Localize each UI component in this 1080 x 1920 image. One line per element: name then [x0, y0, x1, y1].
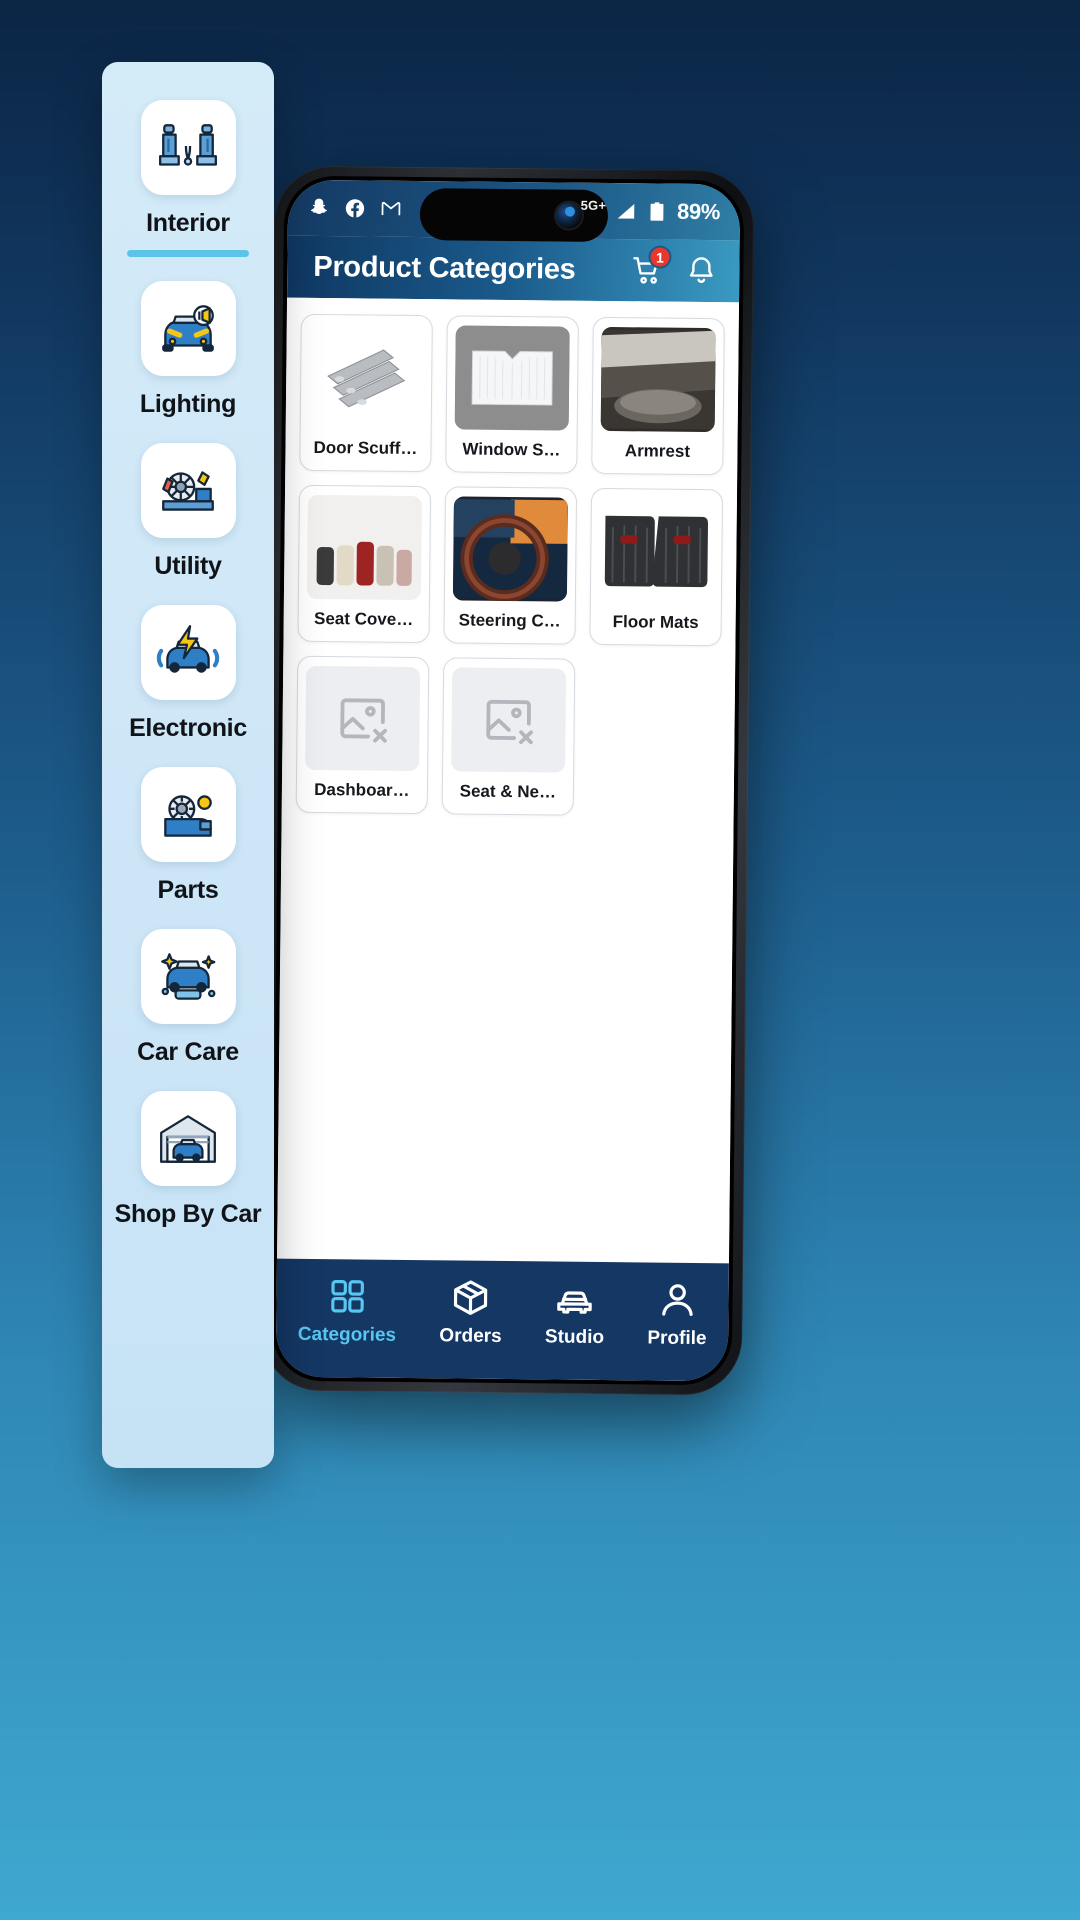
gmail-icon	[381, 201, 401, 216]
product-card[interactable]: Window S…	[445, 315, 579, 474]
sidebar-item-interior[interactable]: Interior	[102, 86, 274, 263]
product-thumbnail	[305, 665, 421, 772]
sidebar-item-electronic[interactable]: Electronic	[102, 591, 274, 749]
product-thumbnail	[600, 326, 716, 433]
product-card[interactable]: Dashboar…	[295, 655, 430, 815]
car-wash-icon	[161, 952, 216, 1000]
cart-button[interactable]: 1	[631, 245, 672, 286]
floor-mats-image	[598, 500, 714, 601]
broken-image-icon	[486, 699, 533, 745]
nav-item-studio[interactable]: Studio	[545, 1278, 605, 1349]
sidebar-item-label: Shop By Car	[114, 1200, 262, 1228]
car-icon	[557, 1291, 593, 1314]
status-bar-notifications	[308, 197, 402, 220]
nav-item-profile[interactable]: Profile	[647, 1279, 707, 1350]
sidebar-item-label: Electronic	[129, 714, 247, 742]
sidebar-item-utility[interactable]: Utility	[102, 429, 274, 587]
engine-part-icon	[164, 794, 212, 837]
broken-image-icon	[340, 698, 387, 743]
door-scuff-plates-image	[327, 349, 406, 408]
network-type-label: 5G+	[580, 197, 607, 213]
product-grid-container: Door Scuff… Window S… Armrest Seat Cove……	[276, 297, 740, 1264]
phone-bezel: 5G+ 89% Product Categories 1 Door Scuff……	[271, 175, 745, 1386]
app-header-actions: 1	[631, 245, 717, 287]
product-label: Seat & Ne…	[459, 781, 557, 802]
window-sunshade-image	[454, 328, 570, 429]
status-bar: 5G+ 89%	[287, 179, 741, 243]
sidebar-item-car-care[interactable]: Car Care	[102, 915, 274, 1073]
sidebar-item-label: Utility	[154, 552, 222, 580]
category-icon-tile	[140, 929, 236, 1024]
product-label: Door Scuff…	[313, 437, 418, 459]
car-seats-icon	[159, 123, 217, 166]
product-card[interactable]: Door Scuff…	[299, 313, 433, 473]
snapchat-icon	[310, 198, 327, 214]
nav-label: Profile	[647, 1327, 707, 1350]
product-card[interactable]: Seat & Ne…	[441, 657, 576, 816]
battery-percentage-label: 89%	[676, 198, 721, 225]
sidebar-item-shop-by-car[interactable]: Shop By Car	[102, 1077, 274, 1235]
app-header: Product Categories 1	[287, 235, 740, 303]
sidebar-item-lighting[interactable]: Lighting	[102, 267, 274, 425]
category-icon-tile	[140, 1091, 236, 1186]
product-label: Dashboar…	[314, 779, 410, 800]
product-label: Armrest	[624, 441, 691, 461]
product-thumbnail	[451, 667, 567, 773]
product-thumbnail	[454, 325, 570, 431]
product-label: Window S…	[462, 439, 561, 460]
product-thumbnail	[308, 323, 424, 430]
sidebar-item-parts[interactable]: Parts	[102, 753, 274, 911]
category-icon-tile	[140, 100, 236, 195]
front-camera-lens	[555, 202, 583, 229]
steering-cover-image	[452, 499, 568, 602]
product-thumbnail	[306, 494, 422, 601]
car-electric-icon	[156, 624, 220, 673]
product-card[interactable]: Armrest	[591, 316, 725, 476]
product-card[interactable]: Seat Cove…	[297, 484, 432, 644]
category-sidebar: Interior Lighting Utility Electronic Par…	[102, 62, 274, 1468]
notifications-button[interactable]	[685, 255, 717, 287]
bell-icon	[689, 257, 713, 283]
product-label: Steering C…	[458, 610, 561, 631]
car-headlight-icon	[162, 304, 214, 352]
phone-mockup: 5G+ 89% Product Categories 1 Door Scuff……	[261, 165, 755, 1396]
product-thumbnail	[598, 497, 714, 604]
cart-badge-count: 1	[648, 245, 672, 269]
battery-icon	[650, 202, 664, 221]
product-card[interactable]: Floor Mats	[589, 487, 724, 647]
nav-item-orders[interactable]: Orders	[439, 1277, 502, 1348]
nav-item-categories[interactable]: Categories	[298, 1276, 397, 1347]
armrest-image	[600, 329, 716, 430]
sidebar-item-label: Interior	[146, 209, 230, 237]
bottom-navigation: Categories Orders Studio Profile	[275, 1258, 729, 1382]
category-icon-tile	[140, 281, 236, 376]
seat-covers-image	[306, 497, 422, 598]
product-label: Seat Cove…	[313, 608, 414, 629]
category-icon-tile	[140, 605, 236, 700]
category-icon-tile	[140, 443, 236, 538]
garage-icon	[160, 1114, 216, 1163]
signal-bars-icon	[617, 203, 635, 219]
car-tools-icon	[162, 470, 214, 511]
sidebar-item-label: Parts	[157, 876, 219, 904]
facebook-icon	[345, 199, 365, 218]
grid-icon	[330, 1279, 364, 1313]
nav-label: Categories	[297, 1323, 397, 1346]
product-label: Floor Mats	[612, 612, 699, 632]
active-indicator	[127, 250, 249, 257]
product-thumbnail	[452, 496, 568, 602]
person-icon	[661, 1284, 693, 1316]
nav-label: Orders	[439, 1325, 502, 1347]
box-icon	[454, 1280, 488, 1315]
category-icon-tile	[140, 767, 236, 862]
phone-screen: 5G+ 89% Product Categories 1 Door Scuff……	[275, 179, 741, 1382]
page-title: Product Categories	[313, 250, 576, 286]
sidebar-item-label: Car Care	[137, 1038, 239, 1066]
nav-label: Studio	[544, 1326, 605, 1349]
product-card[interactable]: Steering C…	[443, 486, 578, 645]
sidebar-item-label: Lighting	[139, 390, 237, 418]
camera-punch-hole	[419, 188, 609, 243]
product-grid: Door Scuff… Window S… Armrest Seat Cove……	[295, 313, 725, 817]
